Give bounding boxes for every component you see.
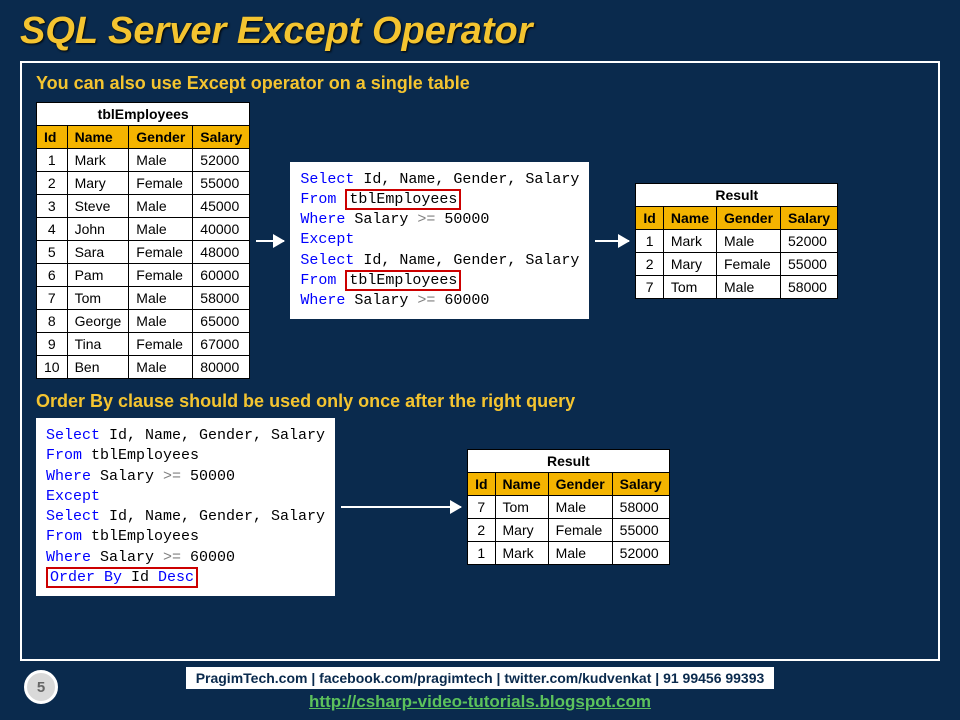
employees-table: tblEmployees Id Name Gender Salary 1Mark… <box>36 102 250 379</box>
table-row: 1MarkMale52000 <box>468 542 670 565</box>
result-table-2: Result Id Name Gender Salary 7TomMale580… <box>467 449 670 565</box>
col-head-id: Id <box>37 126 68 149</box>
table-row: 3SteveMale45000 <box>37 195 250 218</box>
highlight-orderby: Order By Id Desc <box>46 567 198 588</box>
table-row: 1MarkMale52000 <box>636 229 838 252</box>
slide-title: SQL Server Except Operator <box>0 0 960 61</box>
row-1: tblEmployees Id Name Gender Salary 1Mark… <box>36 102 924 379</box>
table-row: 2MaryFemale55000 <box>636 252 838 275</box>
table-row: 5SaraFemale48000 <box>37 241 250 264</box>
result-table-1: Result Id Name Gender Salary 1MarkMale52… <box>635 183 838 299</box>
footer-credits: PragimTech.com | facebook.com/pragimtech… <box>185 666 776 690</box>
arrow-icon <box>595 240 629 242</box>
subheading-2: Order By clause should be used only once… <box>36 391 924 412</box>
table-row: 2MaryFemale55000 <box>468 519 670 542</box>
footer: PragimTech.com | facebook.com/pragimtech… <box>0 666 960 712</box>
subheading-1: You can also use Except operator on a si… <box>36 73 924 94</box>
col-head-gender: Gender <box>129 126 193 149</box>
sql-query-1: Select Id, Name, Gender, Salary From tbl… <box>290 162 589 320</box>
table-row: 10BenMale80000 <box>37 356 250 379</box>
table-title: tblEmployees <box>37 103 250 126</box>
highlight-table: tblEmployees <box>345 189 461 210</box>
table-row: 6PamFemale60000 <box>37 264 250 287</box>
arrow-icon <box>256 240 284 242</box>
table-row: 7TomMale58000 <box>636 275 838 298</box>
arrow-icon <box>341 506 461 508</box>
footer-link[interactable]: http://csharp-video-tutorials.blogspot.c… <box>0 692 960 712</box>
col-head-name: Name <box>67 126 129 149</box>
col-head-salary: Salary <box>193 126 250 149</box>
table-title: Result <box>468 450 670 473</box>
table-row: 8GeorgeMale65000 <box>37 310 250 333</box>
row-2: Select Id, Name, Gender, Salary From tbl… <box>36 418 924 596</box>
table-row: 4JohnMale40000 <box>37 218 250 241</box>
table-row: 9TinaFemale67000 <box>37 333 250 356</box>
table-row: 7TomMale58000 <box>37 287 250 310</box>
highlight-table: tblEmployees <box>345 270 461 291</box>
content-box: You can also use Except operator on a si… <box>20 61 940 661</box>
table-row: 2MaryFemale55000 <box>37 172 250 195</box>
table-row: 1MarkMale52000 <box>37 149 250 172</box>
sql-query-2: Select Id, Name, Gender, Salary From tbl… <box>36 418 335 596</box>
table-row: 7TomMale58000 <box>468 496 670 519</box>
table-title: Result <box>636 183 838 206</box>
